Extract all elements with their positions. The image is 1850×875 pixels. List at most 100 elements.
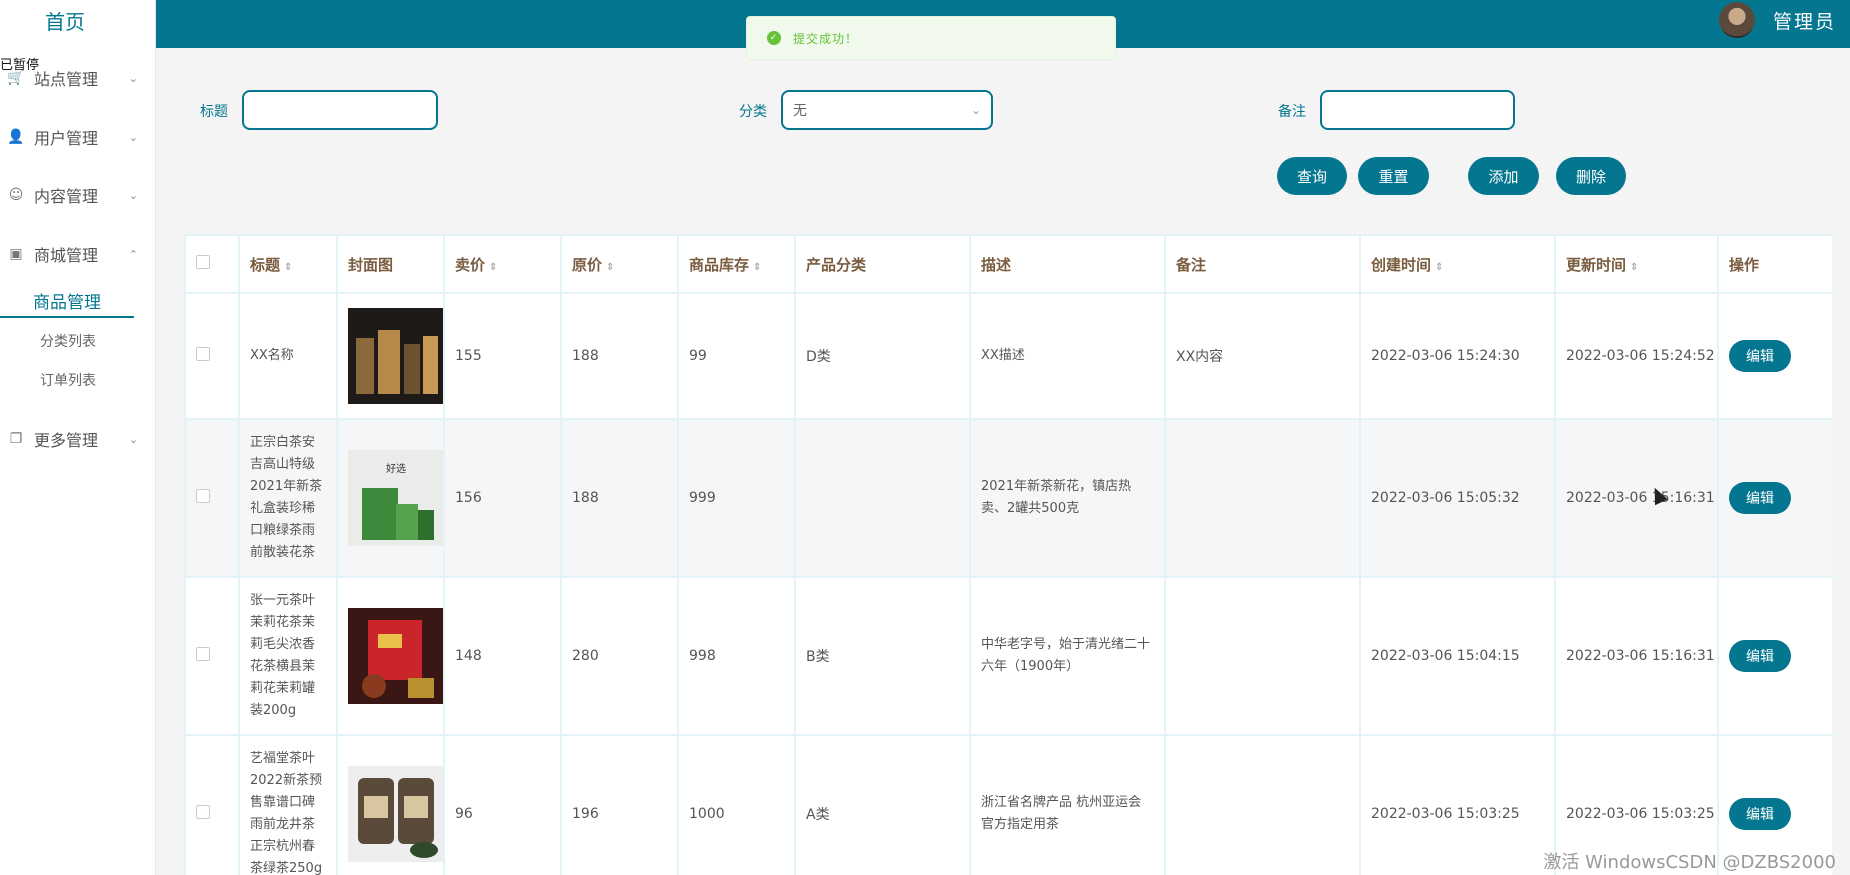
row-select-cell[interactable] (184, 734, 240, 875)
row-select-cell[interactable] (184, 292, 240, 420)
cell-stock: 1000 (677, 734, 796, 875)
reset-button[interactable]: 重置 (1358, 157, 1429, 195)
admin-label: 管理员 (1772, 10, 1836, 33)
success-toast: ✓ 提交成功！ (746, 16, 1116, 60)
remark-filter-label: 备注 (1278, 104, 1306, 120)
chevron-down-icon: ⌄ (128, 130, 138, 144)
header-actions: 操作 (1717, 234, 1832, 294)
edit-button[interactable]: 编辑 (1729, 482, 1791, 514)
sort-icon[interactable]: ⇕ (753, 262, 761, 273)
cell-category: D类 (794, 292, 971, 420)
cell-price: 148 (443, 576, 562, 736)
cell-updated: 2022-03-06 15:24:52 (1554, 292, 1719, 420)
user-icon: 👤 (7, 129, 25, 145)
add-button[interactable]: 添加 (1468, 157, 1539, 195)
title-filter-input[interactable] (242, 90, 438, 130)
home-link[interactable]: 首页 (0, 6, 130, 35)
cell-remark: XX内容 (1164, 292, 1361, 420)
menu-mall-management[interactable]: ▣ 商城管理 ⌃ (8, 242, 138, 266)
cell-created: 2022-03-06 15:04:15 (1359, 576, 1556, 736)
edit-button[interactable]: 编辑 (1729, 340, 1791, 372)
cell-category (794, 418, 971, 578)
menu-label: 更多管理 (34, 431, 99, 450)
edit-button[interactable]: 编辑 (1729, 798, 1791, 830)
edit-button[interactable]: 编辑 (1729, 640, 1791, 672)
cell-original-price: 280 (560, 576, 679, 736)
row-select-cell[interactable] (184, 576, 240, 736)
chevron-down-icon: ⌄ (128, 188, 138, 202)
select-all-cell[interactable] (184, 234, 240, 294)
remark-filter-input[interactable] (1320, 90, 1515, 130)
menu-more-management[interactable]: ❐ 更多管理 ⌄ (8, 427, 138, 451)
submenu-product-management[interactable]: 商品管理 (0, 288, 134, 318)
cell-price: 156 (443, 418, 562, 578)
cart-icon: 🛒 (7, 70, 25, 86)
avatar[interactable] (1718, 2, 1755, 38)
header-label: 创建时间 (1371, 255, 1432, 274)
cell-remark (1164, 418, 1361, 578)
menu-user-management[interactable]: 👤 用户管理 ⌄ (7, 125, 138, 149)
header-original-price[interactable]: 原价 ⇕ (560, 234, 679, 294)
row-select-cell[interactable] (184, 418, 240, 578)
cell-price: 155 (443, 292, 562, 420)
cell-remark (1164, 576, 1361, 736)
cell-description: 中华老字号，始于清光绪二十六年（1900年） (969, 576, 1166, 736)
header-label: 描述 (981, 255, 1012, 274)
header-price[interactable]: 卖价 ⇕ (443, 234, 562, 294)
cell-cover (336, 576, 445, 736)
query-button[interactable]: 查询 (1277, 157, 1347, 195)
delete-button[interactable]: 删除 (1556, 157, 1626, 195)
product-cover-image[interactable]: 好选 (348, 450, 444, 546)
product-table: 标题 ⇕ 封面图 卖价 ⇕ 原价 ⇕ 商品库存 ⇕ 产品分类 描述 备注 创建时间 ⇕ 更… (184, 234, 1832, 875)
menu-content-management[interactable]: ☺ 内容管理 ⌄ (8, 183, 138, 207)
menu-label: 站点管理 (34, 70, 99, 89)
header-category: 产品分类 (794, 234, 971, 294)
sort-icon[interactable]: ⇕ (1630, 262, 1638, 273)
chevron-down-icon: ⌄ (128, 432, 138, 446)
check-circle-icon: ✓ (767, 31, 781, 45)
table-header-row: 标题 ⇕ 封面图 卖价 ⇕ 原价 ⇕ 商品库存 ⇕ 产品分类 描述 备注 创建时间 ⇕ 更… (184, 234, 1832, 294)
row-checkbox[interactable] (196, 347, 210, 361)
sort-icon[interactable]: ⇕ (284, 262, 292, 273)
chevron-down-icon: ⌄ (128, 71, 138, 85)
cell-original-price: 196 (560, 734, 679, 875)
sort-icon[interactable]: ⇕ (1435, 262, 1443, 273)
row-checkbox[interactable] (196, 805, 210, 819)
sidebar: 首页 已暂停 🛒 站点管理 ⌄ 👤 用户管理 ⌄ ☺ 内容管理 ⌄ ▣ 商城管理… (0, 0, 156, 875)
menu-site-management[interactable]: 🛒 站点管理 ⌄ (7, 66, 138, 90)
cell-stock: 999 (677, 418, 796, 578)
category-select[interactable]: 无 ⌄ (781, 90, 993, 130)
header-label: 标题 (250, 255, 281, 274)
sort-icon[interactable]: ⇕ (489, 262, 497, 273)
row-checkbox[interactable] (196, 647, 210, 661)
watermark: 激活 WindowsCSDN @DZBS2000 (1543, 852, 1836, 873)
cell-created: 2022-03-06 15:24:30 (1359, 292, 1556, 420)
header-label: 产品分类 (806, 255, 867, 274)
title-filter-label: 标题 (200, 104, 228, 120)
cell-updated: 2022-03-06 15:16:31 (1554, 418, 1719, 578)
submenu-order-list[interactable]: 订单列表 (40, 370, 96, 390)
select-all-checkbox[interactable] (196, 255, 210, 269)
product-cover-image[interactable] (348, 308, 444, 404)
cell-description: XX描述 (969, 292, 1166, 420)
cell-original-price: 188 (560, 418, 679, 578)
admin-menu[interactable]: 管理员 (1718, 0, 1836, 40)
chat-icon: ☺ (8, 187, 24, 203)
header-updated[interactable]: 更新时间 ⇕ (1554, 234, 1719, 294)
submenu-category-list[interactable]: 分类列表 (40, 331, 96, 351)
svg-text:好选: 好选 (386, 462, 406, 475)
product-cover-image[interactable] (348, 766, 444, 862)
cell-stock: 99 (677, 292, 796, 420)
copy-icon: ❐ (9, 431, 23, 447)
row-checkbox[interactable] (196, 489, 210, 503)
table-row: 正宗白茶安吉高山特级2021年新茶礼盒装珍稀口粮绿茶雨前散装花茶 好选 156 … (184, 418, 1832, 578)
product-cover-image[interactable] (348, 608, 444, 704)
cell-cover (336, 734, 445, 875)
category-filter-label: 分类 (739, 104, 767, 120)
header-title[interactable]: 标题 ⇕ (238, 234, 338, 294)
cell-cover: 好选 (336, 418, 445, 578)
sort-icon[interactable]: ⇕ (606, 262, 614, 273)
header-created[interactable]: 创建时间 ⇕ (1359, 234, 1556, 294)
header-stock[interactable]: 商品库存 ⇕ (677, 234, 796, 294)
header-cover: 封面图 (336, 234, 445, 294)
